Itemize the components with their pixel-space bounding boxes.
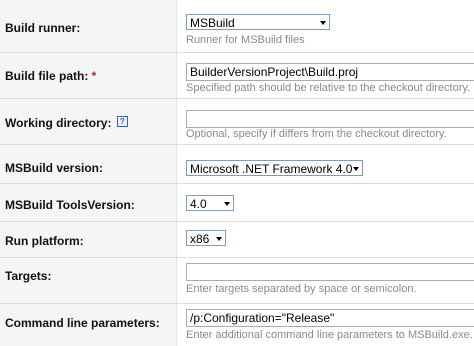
msbuild-version-label-cell: MSBuild version:: [0, 145, 177, 183]
targets-label-cell: Targets:: [0, 258, 177, 303]
build-runner-note: Runner for MSBuild files: [186, 34, 305, 46]
build-file-path-row: Build file path: * BuilderVersionProject…: [0, 53, 474, 98]
working-directory-row: Working directory: ? Optional, specify i…: [0, 99, 474, 144]
chevron-down-icon: [353, 167, 359, 171]
msbuild-version-row: MSBuild version: Microsoft .NET Framewor…: [0, 145, 474, 183]
command-line-row: Command line parameters: /p:Configuratio…: [0, 304, 474, 346]
build-runner-value: MSBuild: [190, 16, 235, 30]
required-mark: *: [91, 69, 97, 83]
run-platform-label-cell: Run platform:: [0, 222, 177, 257]
chevron-down-icon: [224, 202, 230, 206]
build-file-path-label-cell: Build file path: *: [0, 53, 177, 98]
build-runner-label-cell: Build runner:: [0, 0, 177, 52]
targets-input[interactable]: [186, 263, 474, 281]
chevron-down-icon: [320, 21, 326, 25]
build-file-path-label-text: Build file path:: [5, 69, 89, 83]
build-file-path-input[interactable]: BuilderVersionProject\Build.proj: [186, 63, 474, 81]
targets-label: Targets:: [5, 269, 52, 283]
run-platform-value: x86: [190, 232, 210, 246]
build-runner-select[interactable]: MSBuild: [186, 14, 330, 30]
tools-version-select[interactable]: 4.0: [186, 195, 234, 211]
build-file-path-note: Specified path should be relative to the…: [186, 82, 471, 94]
working-directory-label-cell: Working directory: ?: [0, 99, 177, 144]
build-file-path-value: BuilderVersionProject\Build.proj: [190, 65, 359, 79]
command-line-label: Command line parameters:: [5, 316, 160, 330]
tools-version-value: 4.0: [190, 197, 207, 211]
chevron-down-icon: [216, 237, 222, 241]
run-platform-select[interactable]: x86: [186, 230, 226, 246]
build-runner-label: Build runner:: [5, 21, 81, 35]
run-platform-label: Run platform:: [5, 234, 84, 248]
msbuild-version-label: MSBuild version:: [5, 161, 104, 175]
command-line-label-cell: Command line parameters:: [0, 304, 177, 346]
tools-version-row: MSBuild ToolsVersion: 4.0: [0, 184, 474, 221]
help-icon[interactable]: ?: [116, 116, 128, 127]
targets-row: Targets: Enter targets separated by spac…: [0, 258, 474, 303]
targets-note: Enter targets separated by space or semi…: [186, 283, 417, 295]
command-line-note: Enter additional command line parameters…: [186, 329, 473, 341]
working-directory-input[interactable]: [186, 110, 474, 128]
command-line-value: /p:Configuration="Release": [190, 311, 335, 325]
tools-version-label-cell: MSBuild ToolsVersion:: [0, 184, 177, 221]
working-directory-label: Working directory: ?: [5, 116, 128, 130]
working-directory-label-text: Working directory:: [5, 116, 112, 130]
build-file-path-label: Build file path: *: [5, 69, 96, 83]
build-runner-row: Build runner: MSBuild Runner for MSBuild…: [0, 0, 474, 52]
command-line-input[interactable]: /p:Configuration="Release": [186, 309, 474, 327]
working-directory-note: Optional, specify if differs from the ch…: [186, 128, 447, 140]
run-platform-row: Run platform: x86: [0, 222, 474, 257]
tools-version-label: MSBuild ToolsVersion:: [5, 198, 135, 212]
msbuild-version-value: Microsoft .NET Framework 4.0: [190, 162, 353, 176]
msbuild-version-select[interactable]: Microsoft .NET Framework 4.0: [186, 160, 363, 176]
